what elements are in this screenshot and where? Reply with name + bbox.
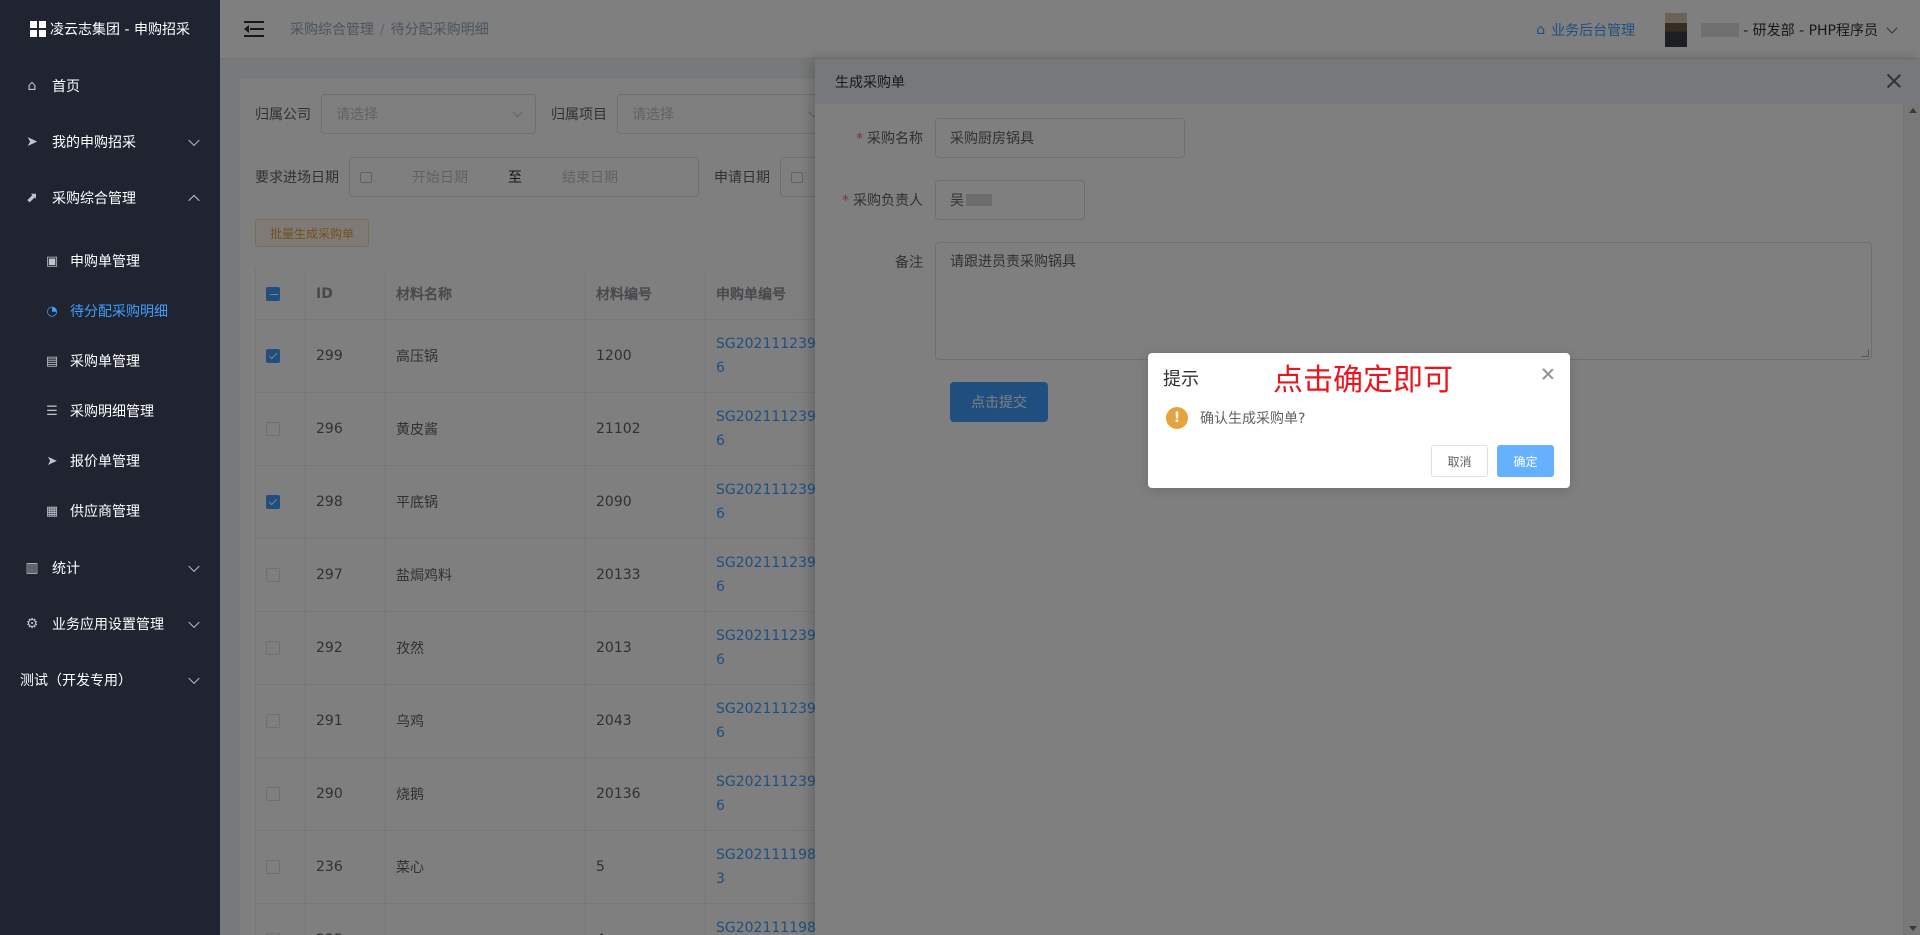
sliders-icon: ☰ [46, 403, 58, 419]
chevron-down-icon [188, 134, 200, 147]
sidebar-subitem-purchase-order[interactable]: ▤ 采购单管理 [0, 336, 220, 386]
chevron-up-icon [188, 194, 200, 207]
dialog-body: ! 确认生成采购单? [1166, 407, 1305, 429]
sidebar: 凌云志集团 - 申购招采 ⌂ 首页 ➤ 我的申购招采 ⬈ 采购综合管理 ▣ 申购单管理 … [0, 0, 220, 935]
warning-icon: ! [1166, 407, 1188, 429]
sidebar-subitem-label: 采购单管理 [70, 354, 140, 370]
close-icon[interactable] [1542, 368, 1554, 380]
cancel-button[interactable]: 取消 [1431, 445, 1488, 477]
clock-icon: ◔ [46, 303, 58, 319]
sidebar-subitem-requisition[interactable]: ▣ 申购单管理 [0, 236, 220, 286]
sidebar-item-label: 统计 [52, 561, 80, 577]
sidebar-subitem-label: 供应商管理 [70, 504, 140, 520]
send-icon: ➤ [26, 134, 38, 150]
annotation-text: 点击确定即可 [1273, 363, 1453, 398]
chevron-down-icon [188, 616, 200, 629]
bar-chart-icon: ▥ [25, 560, 39, 576]
sidebar-item-label: 业务应用设置管理 [52, 617, 164, 633]
chevron-down-icon [188, 560, 200, 573]
app-logo: 凌云志集团 - 申购招采 [0, 0, 220, 58]
sidebar-subitem-purchase-detail[interactable]: ☰ 采购明细管理 [0, 386, 220, 436]
sidebar-subitem-supplier[interactable]: ▦ 供应商管理 [0, 486, 220, 536]
sidebar-item-procurement[interactable]: ⬈ 采购综合管理 [0, 170, 220, 226]
logo-icon [30, 21, 47, 37]
app-title: 凌云志集团 - 申购招采 [50, 22, 190, 38]
dialog-title: 提示 [1163, 369, 1199, 390]
chart-icon: ⬈ [26, 190, 38, 206]
sidebar-subitem-label: 申购单管理 [70, 254, 140, 270]
sidebar-item-label: 我的申购招采 [52, 135, 136, 151]
dialog-message: 确认生成采购单? [1200, 411, 1306, 427]
sidebar-item-settings[interactable]: ⚙ 业务应用设置管理 [0, 596, 220, 652]
sidebar-subitem-quotation[interactable]: ➤ 报价单管理 [0, 436, 220, 486]
document-icon: ▤ [45, 353, 59, 369]
confirm-button[interactable]: 确定 [1497, 445, 1554, 477]
sidebar-subitem-label: 采购明细管理 [70, 404, 154, 420]
dialog-overlay [815, 59, 1920, 935]
sidebar-subitem-pending[interactable]: ◔ 待分配采购明细 [0, 286, 220, 336]
sidebar-item-label: 首页 [52, 79, 80, 95]
sidebar-item-statistics[interactable]: ▥ 统计 [0, 540, 220, 596]
sidebar-item-my-requests[interactable]: ➤ 我的申购招采 [0, 114, 220, 170]
sidebar-item-label: 采购综合管理 [52, 191, 136, 207]
confirm-dialog: 提示 点击确定即可 ! 确认生成采购单? 取消 确定 [1148, 353, 1570, 488]
send-icon: ➤ [46, 453, 58, 469]
clipboard-icon: ▣ [45, 253, 59, 269]
grid-icon: ▦ [45, 503, 59, 519]
sidebar-item-home[interactable]: ⌂ 首页 [0, 58, 220, 114]
sidebar-item-test[interactable]: 测试（开发专用） [0, 652, 220, 708]
sidebar-item-label: 测试（开发专用） [20, 673, 132, 689]
sidebar-subitem-label: 报价单管理 [70, 454, 140, 470]
home-icon: ⌂ [27, 78, 37, 94]
chevron-down-icon [188, 672, 200, 685]
gear-icon: ⚙ [25, 616, 39, 632]
sidebar-subitem-label: 待分配采购明细 [70, 304, 168, 320]
